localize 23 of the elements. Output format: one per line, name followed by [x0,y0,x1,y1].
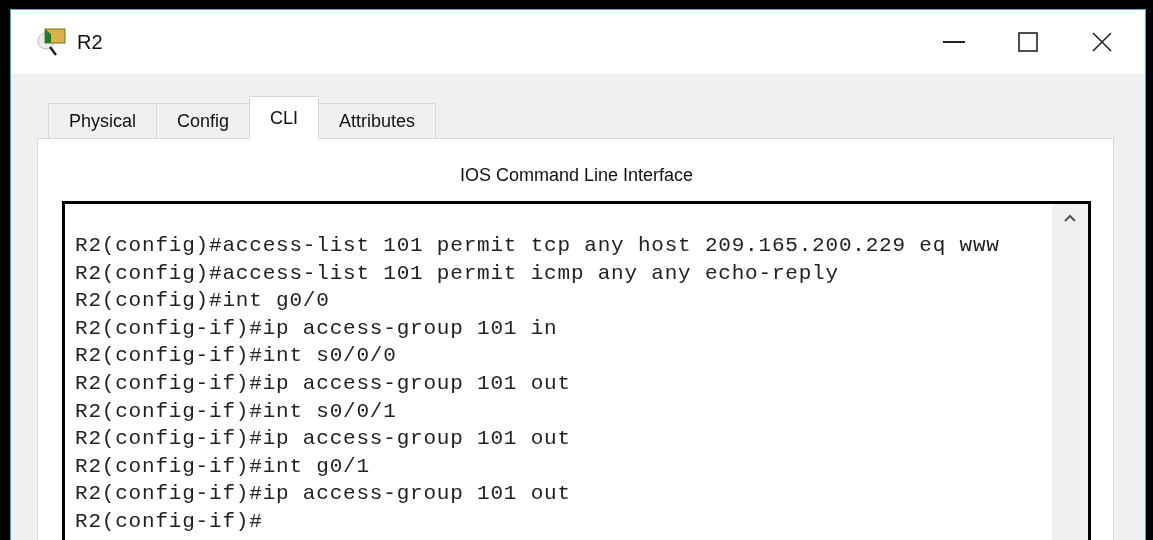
scrollbar[interactable] [1052,204,1088,540]
terminal-line: R2(config)#int g0/0 [75,288,331,315]
close-icon [1092,32,1112,52]
tab[interactable]: CLI [249,96,320,139]
terminal[interactable] [62,201,1091,540]
terminal-line: R2(config)#access-list 101 permit icmp any any echo-reply [75,260,840,287]
router-magnifier-icon [35,26,69,58]
terminal-line: R2(config-if)# [75,508,264,535]
terminal-line: R2(config-if)#ip access-group 101 out [75,370,572,397]
window-title: R2 [77,30,103,54]
terminal-line: R2(config)#access-list 101 permit tcp any host 209.165.200.229 eq www [75,233,1001,259]
tab[interactable]: Attributes [318,103,437,139]
terminal-line: R2(config-if)#ip access-group 101 in [75,315,559,342]
maximize-icon [1018,32,1038,52]
terminal-line: R2(config-if)#ip access-group 101 out [75,426,572,453]
panel-heading: IOS Command Line Interface [458,164,695,187]
tab[interactable]: Physical [48,103,158,139]
terminal-line: R2(config-if)#int s0/0/0 [75,343,398,370]
minimize-icon [943,41,965,43]
scroll-up-icon[interactable] [1064,214,1076,222]
terminal-line: R2(config-if)#ip access-group 101 out [75,481,572,508]
terminal-line: R2(config-if)#int s0/0/1 [75,398,398,425]
terminal-line: R2(config-if)#int g0/1 [75,453,371,480]
